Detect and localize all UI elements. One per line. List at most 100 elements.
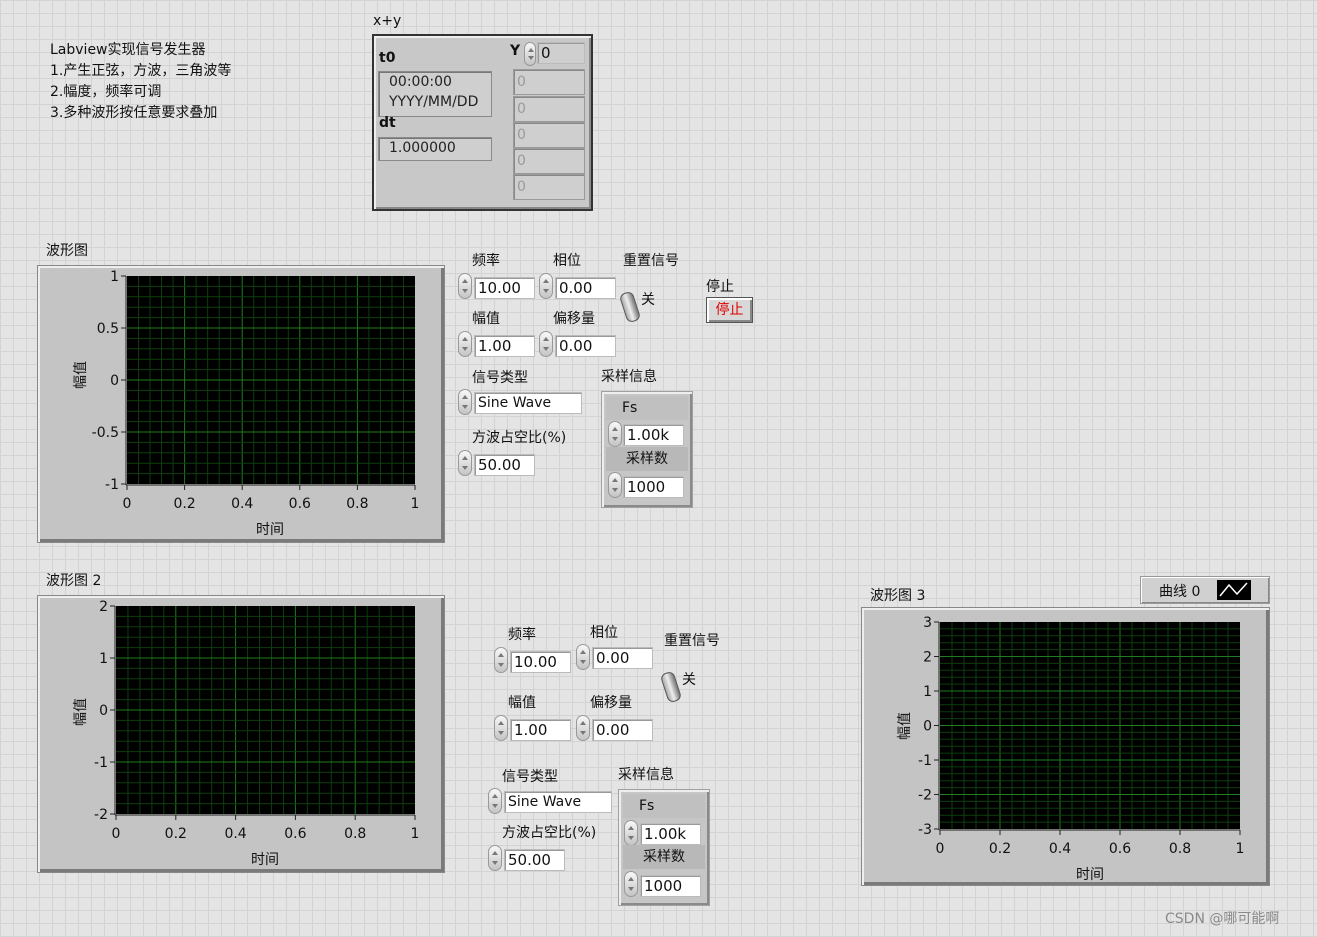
freq-label: 频率 (472, 253, 500, 269)
duty-cycle2-spinner[interactable] (488, 845, 502, 871)
x-tick-label: 0.8 (346, 496, 368, 512)
t0-time: 00:00:00 (389, 74, 452, 90)
y-tick-label: 0 (923, 719, 932, 735)
samples2-input[interactable]: 1000 (640, 875, 701, 897)
x-tick-label: 0.2 (165, 826, 187, 842)
duty-cycle-label: 方波占空比(%) (472, 430, 567, 446)
freq2-spinner[interactable] (494, 647, 508, 673)
description-notes: Labview实现信号发生器 1.产生正弦，方波，三角波等 2.幅度，频率可调 … (50, 40, 231, 124)
y-index-input[interactable]: 0 (537, 42, 585, 64)
y-tick-label: 2 (923, 650, 932, 666)
y-tick-label: 0.5 (97, 321, 119, 337)
y-tick-label: 1 (923, 684, 932, 700)
graph3-xlabel: 时间 (1076, 867, 1104, 883)
graph2-xlabel: 时间 (251, 852, 279, 868)
x-tick-label: 0.2 (173, 496, 195, 512)
duty-cycle-input[interactable]: 50.00 (474, 454, 535, 476)
x-tick-label: 1 (411, 496, 420, 512)
fs2-label: Fs (623, 794, 705, 818)
samples-input[interactable]: 1000 (623, 476, 684, 498)
y-tick-label: -1 (918, 753, 932, 769)
plot-legend[interactable]: 曲线 0 (1140, 576, 1270, 604)
y-tick-label: 3 (923, 615, 932, 631)
amp2-input[interactable]: 1.00 (510, 719, 571, 741)
samples-label: 采样数 (606, 447, 688, 471)
legend-line-icon (1217, 580, 1251, 600)
waveform-graph-1[interactable]: 10.50-0.5-10 0.2 0.4 0.6 0.8 1 (37, 265, 445, 543)
fs-input[interactable]: 1.00k (623, 424, 684, 446)
note-line: Labview实现信号发生器 (50, 42, 206, 58)
freq2-input[interactable]: 10.00 (510, 651, 571, 673)
phase-input[interactable]: 0.00 (555, 277, 616, 299)
waveform-graph-3[interactable]: 3210-1-2-30 0.2 0.4 0.6 0.8 1 (861, 607, 1270, 886)
y-tick-label: -1 (94, 755, 108, 771)
t0-label: t0 (379, 50, 396, 66)
signal-type2-spinner[interactable] (488, 788, 502, 814)
sampling-info2-label: 采样信息 (618, 767, 674, 783)
note-line: 1.产生正弦，方波，三角波等 (50, 63, 232, 79)
phase2-label: 相位 (590, 625, 618, 641)
amp-label: 幅值 (472, 311, 500, 327)
fs2-spinner[interactable] (624, 820, 638, 846)
y-tick-label: -2 (94, 807, 108, 823)
t0-display: 00:00:00 YYYY/MM/DD (378, 71, 492, 117)
amp2-spinner[interactable] (494, 715, 508, 741)
y-tick-label: -0.5 (92, 425, 119, 441)
dt-display: 1.000000 (378, 137, 492, 161)
offset-spinner[interactable] (539, 331, 553, 357)
xy-cluster-title: x+y (373, 13, 402, 29)
x-tick-label: 0.6 (284, 826, 306, 842)
offset-label: 偏移量 (553, 311, 595, 327)
y-label: Y (510, 43, 521, 59)
y-array-cell: 0 (513, 122, 585, 148)
reset-signal-toggle[interactable] (618, 290, 642, 324)
fs2-input[interactable]: 1.00k (640, 823, 701, 845)
y-tick-label: 1 (99, 651, 108, 667)
graph1-xlabel: 时间 (256, 522, 284, 538)
signal-type-select[interactable]: Sine Wave (474, 392, 582, 414)
x-tick-label: 0.6 (1109, 841, 1131, 857)
t0-date: YYYY/MM/DD (389, 94, 479, 110)
x-tick-label: 0 (112, 826, 121, 842)
waveform-graph-2[interactable]: 210-1-20 0.2 0.4 0.6 0.8 1 (37, 595, 445, 873)
x-tick-label: 0.2 (989, 841, 1011, 857)
fs-spinner[interactable] (608, 421, 622, 447)
freq-input[interactable]: 10.00 (474, 277, 535, 299)
graph3-title: 波形图 3 (870, 588, 926, 604)
x-tick-label: 0.8 (1169, 841, 1191, 857)
duty-cycle2-input[interactable]: 50.00 (504, 849, 565, 871)
amp-input[interactable]: 1.00 (474, 335, 535, 357)
graph1-ylabel: 幅值 (73, 361, 89, 389)
stop-label: 停止 (706, 279, 734, 295)
graph2-ylabel: 幅值 (73, 698, 89, 726)
phase2-input[interactable]: 0.00 (592, 647, 653, 669)
phase2-spinner[interactable] (576, 644, 590, 670)
offset-input[interactable]: 0.00 (555, 335, 616, 357)
phase-label: 相位 (553, 253, 581, 269)
stop-button[interactable]: 停止 (706, 297, 753, 323)
x-tick-label: 0.4 (1049, 841, 1071, 857)
samples2-spinner[interactable] (624, 871, 638, 897)
signal-type2-select[interactable]: Sine Wave (504, 791, 612, 813)
y-tick-label: 0 (99, 703, 108, 719)
sampling-info-label: 采样信息 (601, 369, 657, 385)
samples-spinner[interactable] (608, 472, 622, 498)
amp-spinner[interactable] (458, 331, 472, 357)
offset2-spinner[interactable] (576, 715, 590, 741)
signal-type-spinner[interactable] (458, 389, 472, 415)
phase-spinner[interactable] (539, 273, 553, 299)
reset-signal2-toggle[interactable] (659, 670, 683, 704)
reset-signal-label: 重置信号 (623, 253, 679, 269)
y-index-spinner[interactable] (524, 42, 536, 66)
duty-cycle-spinner[interactable] (458, 450, 472, 476)
graph2-title: 波形图 2 (46, 573, 102, 589)
samples2-label: 采样数 (623, 845, 705, 869)
y-tick-label: -3 (918, 822, 932, 838)
x-tick-label: 0.8 (344, 826, 366, 842)
signal-type2-label: 信号类型 (502, 769, 558, 785)
graph3-ylabel: 幅值 (897, 712, 913, 740)
offset2-input[interactable]: 0.00 (592, 719, 653, 741)
freq-spinner[interactable] (458, 273, 472, 299)
freq2-label: 频率 (508, 627, 536, 643)
y-tick-label: 2 (99, 599, 108, 615)
